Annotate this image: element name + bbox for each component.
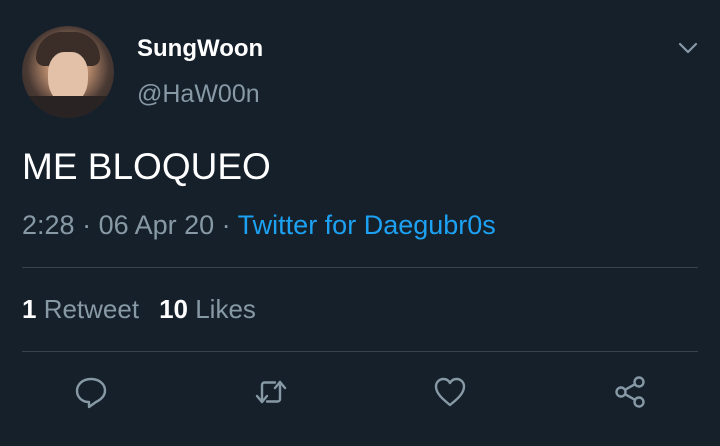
- tweet-time: 2:28: [22, 210, 75, 240]
- reply-icon[interactable]: [73, 374, 109, 410]
- tweet-date: 06 Apr 20: [98, 210, 215, 240]
- share-icon[interactable]: [612, 374, 648, 410]
- display-name[interactable]: SungWoon: [137, 35, 263, 63]
- retweets-count: 1: [22, 294, 37, 324]
- divider: [22, 267, 698, 268]
- heart-icon[interactable]: [432, 374, 468, 410]
- tweet-detail: SungWoon @HaW00n ME BLOQUEO 2:28 · 06 Ap…: [0, 0, 720, 446]
- avatar-shoulder: [22, 96, 114, 118]
- user-handle[interactable]: @HaW00n: [137, 80, 260, 109]
- likes-count: 10: [159, 294, 188, 324]
- tweet-text: ME BLOQUEO: [22, 146, 271, 187]
- tweet-stats: 1 Retweet 10 Likes: [22, 294, 256, 325]
- divider: [22, 351, 698, 352]
- meta-separator: ·: [214, 210, 238, 240]
- retweet-icon[interactable]: [253, 374, 289, 410]
- avatar[interactable]: [22, 26, 114, 118]
- tweet-source-link[interactable]: Twitter for Daegubr0s: [238, 210, 496, 240]
- tweet-meta: 2:28 · 06 Apr 20 · Twitter for Daegubr0s: [22, 210, 496, 241]
- chevron-down-icon[interactable]: [676, 36, 700, 60]
- likes-label: Likes: [188, 294, 256, 324]
- retweets-label: Retweet: [36, 294, 140, 324]
- meta-separator: ·: [74, 210, 99, 240]
- likes-stat[interactable]: 10 Likes: [159, 294, 256, 324]
- retweets-stat[interactable]: 1 Retweet: [22, 294, 139, 324]
